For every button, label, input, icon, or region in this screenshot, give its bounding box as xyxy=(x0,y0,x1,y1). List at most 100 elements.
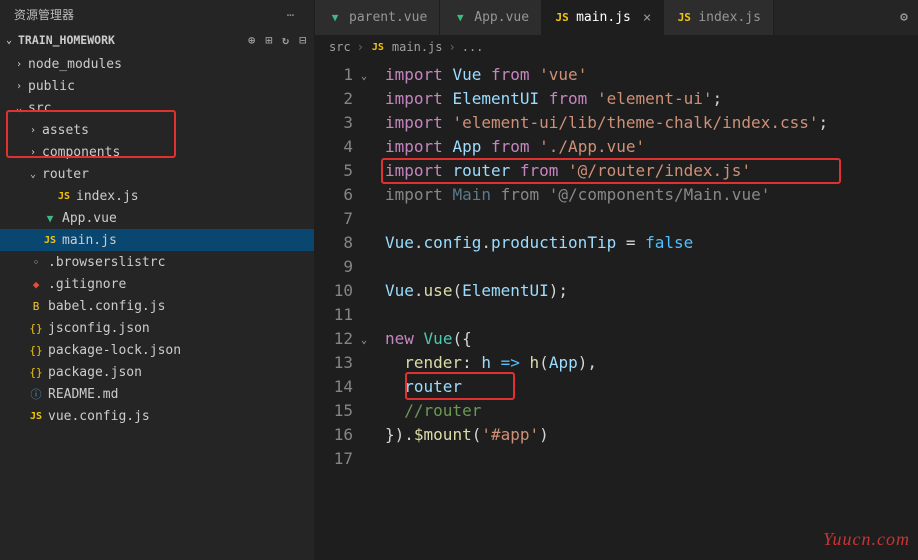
file-icon: ⓘ xyxy=(28,386,44,402)
tree-item-label: router xyxy=(42,167,89,182)
js-icon: JS xyxy=(370,39,386,55)
tree-item[interactable]: {} package.json xyxy=(0,361,314,383)
tree-item[interactable]: {} package-lock.json xyxy=(0,339,314,361)
tree-item[interactable]: ›node_modules xyxy=(0,53,314,75)
breadcrumb[interactable]: src › JS main.js › ... xyxy=(315,35,918,59)
file-icon: ▼ xyxy=(452,10,468,26)
tree-item[interactable]: Bbabel.config.js xyxy=(0,295,314,317)
code-content[interactable]: import Vue from 'vue'import ElementUI fr… xyxy=(375,63,918,560)
tree-item-label: components xyxy=(42,145,120,160)
code-line[interactable]: import router from '@/router/index.js' xyxy=(385,159,918,183)
sidebar-title: 资源管理器 xyxy=(14,6,281,23)
code-line[interactable] xyxy=(385,447,918,471)
code-line[interactable]: render: h => h(App), xyxy=(385,351,918,375)
tree-item-label: package.json xyxy=(48,365,142,380)
code-editor[interactable]: 1⌄23456789101112⌄1314151617 import Vue f… xyxy=(315,59,918,560)
file-icon: JS xyxy=(28,408,44,424)
chevron-right-icon: › xyxy=(357,40,364,54)
tree-item[interactable]: {}jsconfig.json xyxy=(0,317,314,339)
project-header[interactable]: ⌄ TRAIN_HOMEWORK ⊕ ⊞ ↻ ⊟ xyxy=(0,29,314,51)
project-actions: ⊕ ⊞ ↻ ⊟ xyxy=(248,33,306,47)
code-line[interactable]: import Vue from 'vue' xyxy=(385,63,918,87)
breadcrumb-part: ... xyxy=(462,40,484,54)
tree-item[interactable]: ▼ App.vue xyxy=(0,207,314,229)
code-line[interactable]: //router xyxy=(385,399,918,423)
chevron-icon: ⌄ xyxy=(28,169,38,180)
tree-item[interactable]: JS index.js xyxy=(0,185,314,207)
tree-item-label: src xyxy=(28,101,51,116)
tree-item-label: jsconfig.json xyxy=(48,321,150,336)
editor-tab[interactable]: ▼App.vue xyxy=(440,0,542,35)
file-icon: JS xyxy=(554,10,570,26)
code-line[interactable]: Vue.config.productionTip = false xyxy=(385,231,918,255)
chevron-right-icon: › xyxy=(449,40,456,54)
editor-tab[interactable]: ▼ parent.vue xyxy=(315,0,440,35)
code-line[interactable] xyxy=(385,255,918,279)
close-icon[interactable]: × xyxy=(643,10,651,26)
editor-tabs: ▼parent.vue▼App.vueJSmain.js×JSindex.js … xyxy=(315,0,918,35)
new-folder-icon[interactable]: ⊞ xyxy=(265,33,272,47)
new-file-icon[interactable]: ⊕ xyxy=(248,33,255,47)
code-line[interactable]: Vue.use(ElementUI); xyxy=(385,279,918,303)
tree-item[interactable]: › assets xyxy=(0,119,314,141)
tree-item[interactable]: JS main.js xyxy=(0,229,314,251)
file-icon: JS xyxy=(56,188,72,204)
file-icon: B xyxy=(28,298,44,314)
tree-item[interactable]: › components xyxy=(0,141,314,163)
tree-item-label: package-lock.json xyxy=(48,343,181,358)
editor-pane: ▼parent.vue▼App.vueJSmain.js×JSindex.js … xyxy=(315,0,918,560)
code-line[interactable] xyxy=(385,207,918,231)
tree-item-label: .browserslistrc xyxy=(48,255,165,270)
tree-item[interactable]: ›public xyxy=(0,75,314,97)
tree-item-label: README.md xyxy=(48,387,118,402)
chevron-icon: › xyxy=(14,81,24,92)
file-icon: ◆ xyxy=(28,276,44,292)
editor-tab[interactable]: JS index.js xyxy=(664,0,774,35)
file-icon: ▼ xyxy=(327,10,343,26)
sidebar-header: 资源管理器 ⋯ xyxy=(0,0,314,29)
project-name: TRAIN_HOMEWORK xyxy=(18,33,115,47)
tree-item[interactable]: ⌄ router xyxy=(0,163,314,185)
tree-item[interactable]: ⓘ README.md xyxy=(0,383,314,405)
tree-item[interactable]: JS vue.config.js xyxy=(0,405,314,427)
code-line[interactable]: router xyxy=(385,375,918,399)
breadcrumb-part: src xyxy=(329,40,351,54)
file-icon: ◦ xyxy=(28,254,44,270)
sidebar-more-icon[interactable]: ⋯ xyxy=(281,8,300,22)
code-line[interactable]: import ElementUI from 'element-ui'; xyxy=(385,87,918,111)
file-icon: {} xyxy=(28,342,44,358)
collapse-icon[interactable]: ⊟ xyxy=(299,33,306,47)
chevron-icon: › xyxy=(28,147,38,158)
breadcrumb-part: main.js xyxy=(392,40,443,54)
tree-item-label: App.vue xyxy=(62,211,117,226)
watermark: Yuucn.com xyxy=(823,529,910,550)
tree-item-label: assets xyxy=(42,123,89,138)
tree-item-label: index.js xyxy=(76,189,139,204)
file-tree: ›node_modules›public ⌄ src › assets › componen… xyxy=(0,51,314,560)
code-line[interactable]: import 'element-ui/lib/theme-chalk/index… xyxy=(385,111,918,135)
tree-item[interactable]: ◆ .gitignore xyxy=(0,273,314,295)
tabs-extra: ⚙ xyxy=(890,0,918,35)
file-icon: JS xyxy=(42,232,58,248)
code-line[interactable] xyxy=(385,303,918,327)
code-line[interactable]: }).$mount('#app') xyxy=(385,423,918,447)
chevron-icon: ⌄ xyxy=(14,103,24,114)
file-icon: ▼ xyxy=(42,210,58,226)
tree-item[interactable]: ◦ .browserslistrc xyxy=(0,251,314,273)
chevron-icon: › xyxy=(28,125,38,136)
tree-item[interactable]: ⌄ src xyxy=(0,97,314,119)
tab-label: index.js xyxy=(698,10,761,25)
tab-label: parent.vue xyxy=(349,10,427,25)
code-line[interactable]: import Main from '@/components/Main.vue' xyxy=(385,183,918,207)
refresh-icon[interactable]: ↻ xyxy=(282,33,289,47)
tree-item-label: .gitignore xyxy=(48,277,126,292)
settings-icon[interactable]: ⚙ xyxy=(900,10,908,25)
code-line[interactable]: new Vue({ xyxy=(385,327,918,351)
chevron-down-icon: ⌄ xyxy=(4,35,14,46)
tree-item-label: main.js xyxy=(62,233,117,248)
file-icon: JS xyxy=(676,10,692,26)
code-line[interactable]: import App from './App.vue' xyxy=(385,135,918,159)
tree-item-label: vue.config.js xyxy=(48,409,150,424)
editor-tab[interactable]: JSmain.js× xyxy=(542,0,664,35)
file-icon: {} xyxy=(28,364,44,380)
